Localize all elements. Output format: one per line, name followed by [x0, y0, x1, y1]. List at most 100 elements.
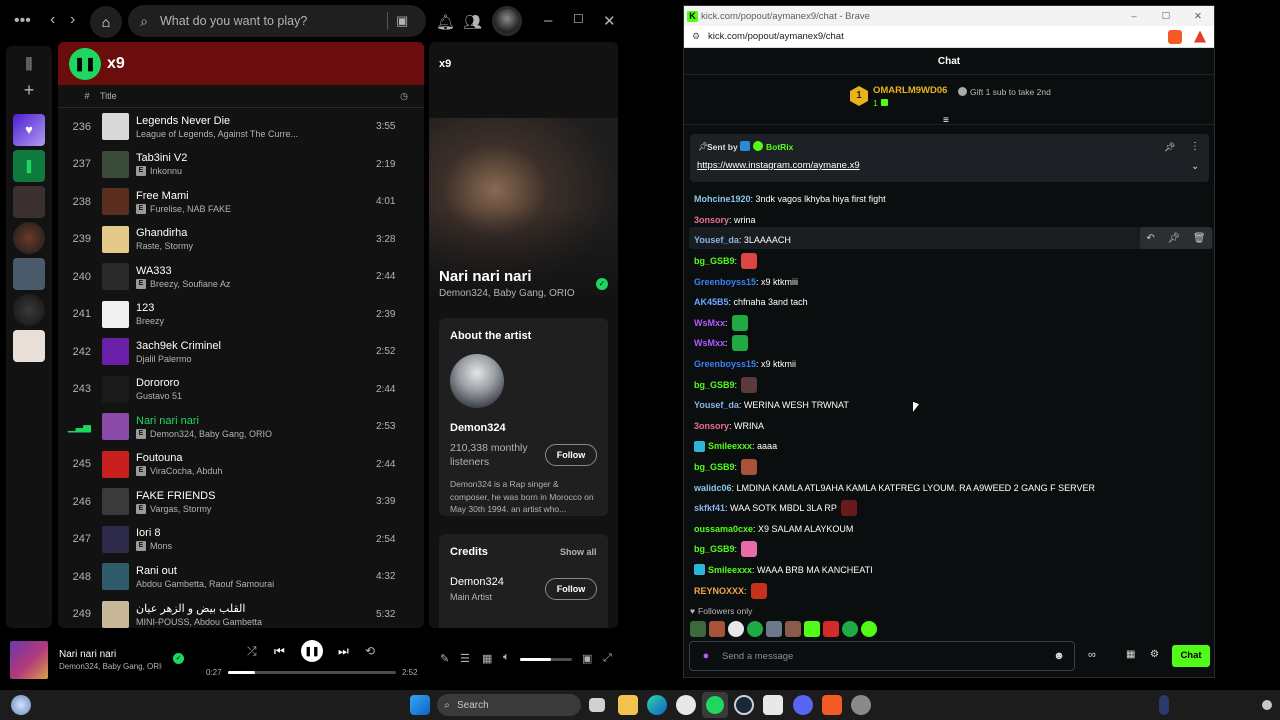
emote-icon[interactable]: [785, 621, 801, 637]
track-artists[interactable]: Inkonnu: [150, 166, 182, 176]
track-row[interactable]: 237 Tab3ini V2 E Inkonnu 2:19: [58, 146, 424, 184]
saved-check-icon[interactable]: ✓: [596, 278, 608, 290]
site-settings-icon[interactable]: ⚙: [684, 31, 708, 42]
library-icon[interactable]: ⫼: [6, 56, 52, 80]
player-cover[interactable]: [10, 641, 48, 679]
track-title[interactable]: Legends Never Die: [136, 115, 372, 127]
emote-icon[interactable]: [804, 621, 820, 637]
track-row[interactable]: 239 Ghandirha Raste, Stormy 3:28: [58, 221, 424, 259]
brave-rewards-icon[interactable]: [1194, 30, 1206, 43]
mic-icon[interactable]: ●: [690, 650, 722, 662]
home-button[interactable]: ⌂: [90, 6, 122, 38]
close-icon[interactable]: ✕: [1182, 11, 1214, 22]
track-row[interactable]: 247 Iori 8 E Mons 2:54: [58, 521, 424, 559]
liked-songs-icon[interactable]: ♥: [13, 114, 45, 146]
saved-check-icon[interactable]: ✓: [173, 653, 184, 664]
previous-icon[interactable]: ⏮︎: [274, 644, 285, 659]
chat-message[interactable]: Mohcine1920: 3ndk vagos lkhyba hiya firs…: [694, 189, 1204, 210]
track-row[interactable]: 236 Legends Never Die League of Legends,…: [58, 108, 424, 146]
chat-message[interactable]: 3onsory: wrina: [694, 210, 1204, 231]
chat-message[interactable]: Yousef_da: 3LAAAACH: [694, 230, 1204, 251]
emote-icon[interactable]: [823, 621, 839, 637]
progress-bar[interactable]: [228, 671, 396, 674]
chat-username[interactable]: walidc06: [694, 483, 732, 493]
chat-message[interactable]: Greenboyss15: x9 ktkmii: [694, 354, 1204, 375]
track-artists[interactable]: ViraCocha, Abduh: [150, 466, 222, 476]
url-text[interactable]: kick.com/popout/aymanex9/chat: [708, 31, 1168, 42]
playlist-thumb[interactable]: [13, 294, 45, 326]
track-title[interactable]: WA333: [136, 265, 372, 277]
friends-icon[interactable]: 👥︎: [463, 13, 482, 31]
address-bar[interactable]: ⚙ kick.com/popout/aymanex9/chat: [684, 26, 1214, 48]
track-artists[interactable]: Gustavo 51: [136, 391, 182, 401]
chat-username[interactable]: WsMxx: [694, 318, 725, 328]
chat-message[interactable]: Yousef_da: WERINA WESH TRWNAT: [694, 395, 1204, 416]
chat-message[interactable]: WsMxx:: [694, 333, 1204, 354]
chat-message[interactable]: AK45B5: chfnaha 3and tach: [694, 292, 1204, 313]
track-artists[interactable]: League of Legends, Against The Curre...: [136, 129, 298, 139]
bot-name[interactable]: BotRix: [766, 142, 793, 152]
xbox-icon[interactable]: [676, 695, 696, 715]
track-artists[interactable]: Djalil Palermo: [136, 354, 192, 364]
chat-username[interactable]: Smileexxx: [708, 565, 752, 575]
emoji-icon[interactable]: ☻: [1044, 650, 1074, 662]
volume-slider[interactable]: [520, 658, 572, 661]
chat-message[interactable]: oussama0cxe: X9 SALAM ALAYKOUM: [694, 519, 1204, 540]
chat-username[interactable]: Greenboyss15: [694, 359, 756, 369]
playlist-thumb[interactable]: [13, 222, 45, 254]
chat-username[interactable]: WsMxx: [694, 338, 725, 348]
emote-icon[interactable]: [709, 621, 725, 637]
track-title[interactable]: Ghandirha: [136, 227, 372, 239]
start-icon[interactable]: [410, 695, 430, 715]
chat-username[interactable]: Mohcine1920: [694, 194, 751, 204]
song-artists[interactable]: Demon324, Baby Gang, ORIO: [439, 288, 575, 299]
track-row[interactable]: 249 القلب بيض و الزهر عيان MINI-POUSS, A…: [58, 596, 424, 629]
chat-message[interactable]: Smileexxx: aaaa: [694, 436, 1204, 457]
chat-message[interactable]: 3onsory: WRINA: [694, 416, 1204, 437]
chat-username[interactable]: Yousef_da: [694, 400, 739, 410]
track-title[interactable]: 3ach9ek Criminel: [136, 340, 372, 352]
chat-username[interactable]: REYNOXXX: [694, 586, 744, 596]
chat-username[interactable]: AK45B5: [694, 297, 729, 307]
track-artists[interactable]: Breezy, Soufiane Az: [150, 279, 230, 289]
credit-follow-button[interactable]: Follow: [545, 578, 597, 600]
chat-username[interactable]: Smileexxx: [708, 441, 752, 451]
emote-icon[interactable]: [690, 621, 706, 637]
miniplayer-icon[interactable]: ▣: [582, 652, 592, 665]
track-row[interactable]: 242 3ach9ek Criminel Djalil Palermo 2:52: [58, 333, 424, 371]
track-title[interactable]: FAKE FRIENDS: [136, 490, 372, 502]
track-artists[interactable]: Raste, Stormy: [136, 241, 193, 251]
track-title[interactable]: Tab3ini V2: [136, 152, 372, 164]
track-title[interactable]: القلب بيض و الزهر عيان: [136, 602, 372, 615]
repeat-icon[interactable]: ⟲: [365, 644, 375, 658]
message-input[interactable]: Send a message: [722, 651, 1044, 662]
forward-icon[interactable]: ›: [70, 11, 75, 29]
player-song[interactable]: Nari nari nari: [59, 649, 116, 660]
chat-message[interactable]: bg_GSB9:: [694, 539, 1204, 560]
track-row[interactable]: 246 FAKE FRIENDS E Vargas, Stormy 3:39: [58, 483, 424, 521]
file-explorer-icon[interactable]: [618, 695, 638, 715]
settings-icon[interactable]: [851, 695, 871, 715]
chat-username[interactable]: skfkf41: [694, 503, 725, 513]
chat-message[interactable]: bg_GSB9:: [694, 374, 1204, 395]
add-icon[interactable]: +: [6, 80, 52, 110]
chat-username[interactable]: Greenboyss15: [694, 277, 756, 287]
pause-button[interactable]: ❚❚: [69, 47, 101, 80]
col-title[interactable]: Title: [100, 91, 384, 101]
credit-name[interactable]: Demon324: [450, 576, 504, 588]
brave-shields-icon[interactable]: [1168, 29, 1182, 44]
chat-message[interactable]: bg_GSB9:: [694, 457, 1204, 478]
chat-message[interactable]: WsMxx:: [694, 313, 1204, 334]
show-all-link[interactable]: Show all: [560, 547, 597, 557]
chat-input[interactable]: ● Send a message ☻: [689, 641, 1075, 671]
track-title[interactable]: Dorororo: [136, 377, 372, 389]
chat-username[interactable]: bg_GSB9: [694, 462, 735, 472]
chat-username[interactable]: bg_GSB9: [694, 256, 735, 266]
bell-icon[interactable]: 🔔︎: [436, 13, 455, 31]
emote-icon[interactable]: [861, 621, 877, 637]
search-input[interactable]: What do you want to play?: [160, 14, 387, 28]
emote-icon[interactable]: [766, 621, 782, 637]
connect-device-icon[interactable]: ▦: [482, 652, 492, 665]
playlist-thumb[interactable]: [13, 258, 45, 290]
song-title[interactable]: Nari nari nari: [439, 268, 532, 285]
